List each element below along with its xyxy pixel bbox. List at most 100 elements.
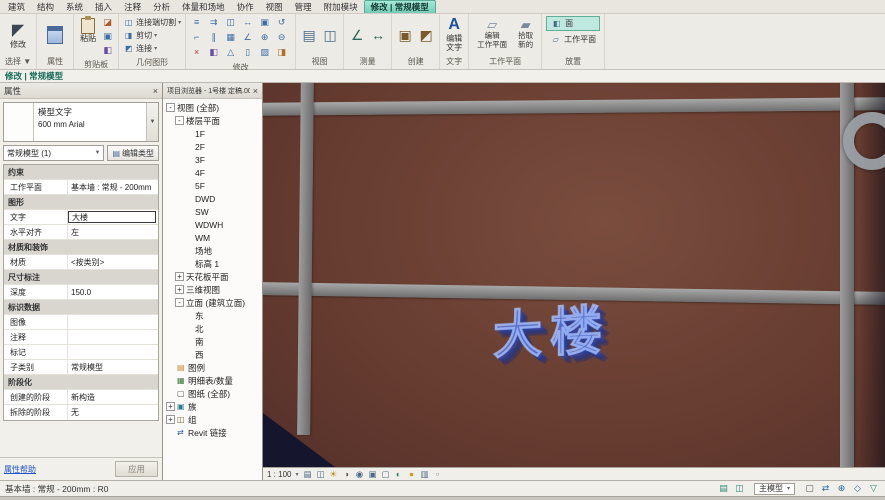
expand-icon[interactable]: +	[166, 415, 175, 424]
dimension-icon[interactable]: ↔	[369, 26, 387, 44]
property-group[interactable]: 标识数据	[4, 300, 158, 315]
tree-item[interactable]: ▤图例	[163, 361, 262, 374]
collapse-icon[interactable]: -	[175, 116, 184, 125]
wall-opening-icon[interactable]: ▯	[241, 46, 254, 59]
drawing-area[interactable]: 大楼 1 : 100 ▾ ▤◫☀◑◉▣▢◐●▥▫	[263, 83, 885, 480]
edit-text-button[interactable]: A 编辑 文字	[444, 16, 464, 52]
modify-button[interactable]: ◤ 修改	[8, 22, 28, 49]
tree-item[interactable]: 3F	[163, 153, 262, 166]
match-icon[interactable]: ◧	[207, 46, 220, 59]
tree-item[interactable]: 场地	[163, 244, 262, 257]
ribbon-tab-11[interactable]: 附加模块	[318, 0, 364, 13]
type-dropdown-icon[interactable]: ▼	[146, 103, 158, 141]
ribbon-tab-6[interactable]: 分析	[147, 0, 176, 13]
ribbon-tab-12[interactable]: 修改 | 常规模型	[364, 0, 436, 13]
array-icon[interactable]: ▦	[224, 31, 237, 44]
filter-icon[interactable]: ▽	[867, 482, 880, 495]
ribbon-tab-2[interactable]: 结构	[31, 0, 60, 13]
tree-item[interactable]: WM	[163, 231, 262, 244]
tree-item[interactable]: -立面 (建筑立面)	[163, 296, 262, 309]
demolish-icon[interactable]: ▨	[258, 46, 271, 59]
property-value[interactable]: 常规模型	[68, 362, 158, 373]
split-icon[interactable]: ∥	[207, 31, 220, 44]
property-value[interactable]: <按类别>	[68, 257, 158, 268]
tree-item[interactable]: ▢图纸 (全部)	[163, 387, 262, 400]
scale-icon[interactable]: ∠	[241, 31, 254, 44]
crop-region-icon[interactable]: ▢	[380, 469, 390, 479]
tree-item[interactable]: 1F	[163, 127, 262, 140]
tree-item[interactable]: WDWH	[163, 218, 262, 231]
constraints-icon[interactable]: ▫	[432, 469, 442, 479]
project-browser-close-icon[interactable]: ×	[250, 86, 258, 96]
property-group[interactable]: 尺寸标注	[4, 270, 158, 285]
collapse-icon[interactable]: -	[175, 298, 184, 307]
tree-item[interactable]: 2F	[163, 140, 262, 153]
trim-extend-icon[interactable]: ⌐	[190, 31, 203, 44]
tree-item[interactable]: SW	[163, 205, 262, 218]
view-properties-icon[interactable]: ▥	[419, 469, 429, 479]
ribbon-tab-4[interactable]: 插入	[89, 0, 118, 13]
property-value[interactable]: 大楼	[68, 211, 156, 223]
tree-item[interactable]: +▣族	[163, 400, 262, 413]
pick-new-host-button[interactable]: ▰拾取新的	[514, 16, 537, 50]
paste-button[interactable]: 粘贴	[78, 16, 98, 43]
ribbon-tab-3[interactable]: 系统	[60, 0, 89, 13]
place-on-face-option[interactable]: ◧面	[546, 16, 600, 31]
type-selector[interactable]: 模型文字 600 mm Arial ▼	[3, 102, 159, 142]
expand-icon[interactable]: +	[175, 285, 184, 294]
unpin-icon[interactable]: ⊖	[275, 31, 288, 44]
ribbon-tab-5[interactable]: 注释	[118, 0, 147, 13]
rendering-icon[interactable]: ◉	[354, 469, 364, 479]
sun-path-icon[interactable]: ☀	[328, 469, 338, 479]
delete-icon[interactable]: ×	[190, 46, 203, 59]
property-value[interactable]: 基本墙 : 常规 - 200mm	[68, 182, 158, 193]
ribbon-tab-8[interactable]: 协作	[231, 0, 260, 13]
tree-item[interactable]: -视图 (全部)	[163, 101, 262, 114]
copy-icon[interactable]: ▣	[258, 16, 271, 29]
ribbon-tab-9[interactable]: 视图	[260, 0, 289, 13]
drag-on-selection-icon[interactable]: ◇	[851, 482, 864, 495]
expand-icon[interactable]: +	[175, 272, 184, 281]
tree-item[interactable]: +◫组	[163, 413, 262, 426]
tree-item[interactable]: ▦明细表/数量	[163, 374, 262, 387]
paint-icon[interactable]: ◨	[275, 46, 288, 59]
tree-item[interactable]: 标高 1	[163, 257, 262, 270]
property-group[interactable]: 约束	[4, 165, 158, 180]
tree-item[interactable]: ⇄Revit 链接	[163, 426, 262, 439]
offset-icon[interactable]: ⇉	[207, 16, 220, 29]
join-icon[interactable]: △	[224, 46, 237, 59]
tree-item[interactable]: 东	[163, 309, 262, 322]
shadows-icon[interactable]: ◑	[341, 469, 351, 479]
tree-item[interactable]: -楼层平面	[163, 114, 262, 127]
cut-to-clipboard-icon[interactable]: ◪	[101, 16, 114, 29]
ribbon-tab-1[interactable]: 建筑	[2, 0, 31, 13]
element-selector[interactable]: 常规模型 (1) ▼	[3, 145, 104, 161]
reveal-hidden-icon[interactable]: ●	[406, 469, 416, 479]
property-value[interactable]: 无	[68, 407, 158, 418]
editable-only-icon[interactable]: ▢	[803, 482, 816, 495]
tree-item[interactable]: +三维视图	[163, 283, 262, 296]
properties-toggle-button[interactable]	[45, 26, 65, 44]
select-pinned-icon[interactable]: ⊕	[835, 482, 848, 495]
create-group-icon[interactable]: ▣	[396, 26, 414, 44]
properties-help-link[interactable]: 属性帮助	[4, 464, 36, 475]
create-similar-icon[interactable]: ◩	[417, 26, 435, 44]
worksets-icon[interactable]: ▤	[717, 482, 730, 495]
detail-level-icon[interactable]: ▤	[302, 469, 312, 479]
property-value[interactable]: 新构造	[68, 392, 158, 403]
tree-item[interactable]: 5F	[163, 179, 262, 192]
thin-lines-icon[interactable]: ▤	[300, 26, 318, 44]
align-icon[interactable]: ≡	[190, 16, 203, 29]
ribbon-tab-7[interactable]: 体量和场地	[176, 0, 231, 13]
hide-isolate-icon[interactable]: ◐	[393, 469, 403, 479]
property-group[interactable]: 阶段化	[4, 375, 158, 390]
property-value[interactable]: 150.0	[68, 288, 158, 297]
select-panel-label[interactable]: 选择 ▼	[0, 56, 36, 69]
copy-to-clipboard-icon[interactable]: ▣	[101, 30, 114, 43]
join-geometry-button[interactable]: ◩连接▾	[123, 42, 181, 55]
place-on-workplane-option[interactable]: ▱工作平面	[546, 32, 600, 47]
expand-icon[interactable]: +	[166, 402, 175, 411]
selected-model-text[interactable]: 大楼	[493, 287, 610, 368]
tree-item[interactable]: 4F	[163, 166, 262, 179]
design-options-icon[interactable]: ◫	[733, 482, 746, 495]
